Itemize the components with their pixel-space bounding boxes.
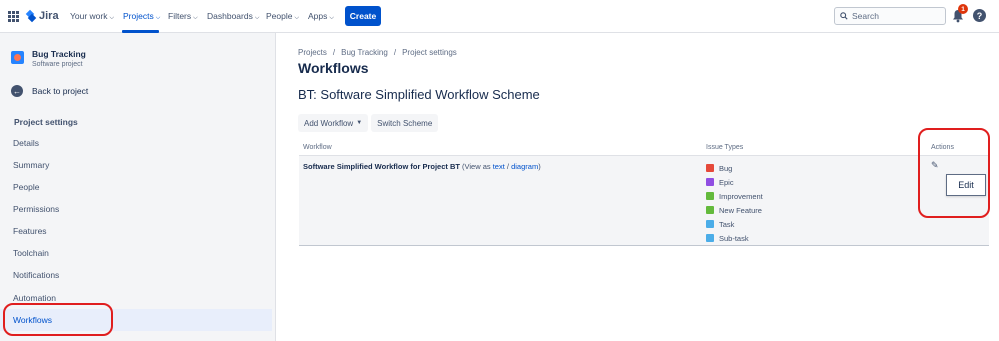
list-item: Improvement [706, 189, 763, 203]
chevron-down-icon: ▼ [356, 120, 363, 126]
help-icon[interactable]: ? [973, 9, 986, 22]
create-button[interactable]: Create [345, 6, 381, 26]
list-item: Bug [706, 161, 763, 175]
view-as-separator: / [506, 162, 509, 171]
new-feature-icon [706, 206, 714, 214]
app-switcher-icon[interactable] [8, 11, 19, 22]
bug-icon [706, 164, 714, 172]
back-to-project-link[interactable]: ← Back to project [11, 85, 88, 97]
nav-dashboards[interactable]: Dashboards ⌵ [207, 11, 259, 22]
view-as-links: (View as text / diagram) [462, 162, 541, 171]
header-issue-types: Issue Types [706, 144, 744, 151]
view-as-prefix: (View as [462, 162, 491, 171]
jira-logo[interactable]: Jira [26, 10, 59, 22]
sidebar-item-toolchain[interactable]: Toolchain [0, 242, 272, 264]
project-avatar-icon [11, 51, 24, 64]
table-row: Software Simplified Workflow for Project… [299, 156, 989, 246]
view-as-text-link[interactable]: text [493, 162, 505, 171]
workflow-actions-toolbar: Add Workflow ▼ Switch Scheme [298, 114, 439, 132]
annotation-highlight-workflows [3, 303, 113, 336]
issue-type-label: Epic [719, 177, 734, 187]
breadcrumb-bug-tracking[interactable]: Bug Tracking [341, 48, 388, 57]
sidebar-item-permissions[interactable]: Permissions [0, 198, 272, 220]
search-input[interactable] [852, 11, 932, 21]
page-title: Workflows [298, 60, 369, 76]
back-to-project-label: Back to project [32, 86, 89, 96]
project-settings-heading: Project settings [14, 117, 78, 127]
nav-projects[interactable]: Projects ⌵ [123, 11, 160, 22]
issue-type-list: Bug Epic Improvement New Feature Task Su… [706, 161, 763, 245]
chevron-down-icon: ⌵ [193, 15, 198, 21]
chevron-down-icon: ⌵ [329, 15, 334, 21]
sidebar-item-details[interactable]: Details [0, 132, 272, 154]
table-header: Workflow Issue Types Actions [299, 140, 989, 156]
jira-logo-icon [26, 11, 36, 21]
issue-type-label: Bug [719, 163, 733, 173]
sidebar-item-summary[interactable]: Summary [0, 154, 272, 176]
issue-type-label: Improvement [719, 191, 763, 201]
project-type: Software project [32, 61, 83, 68]
sidebar-item-features[interactable]: Features [0, 220, 272, 242]
view-as-diagram-link[interactable]: diagram [511, 162, 538, 171]
workflows-table: Workflow Issue Types Actions Software Si… [299, 140, 989, 246]
nav-your-work[interactable]: Your work ⌵ [70, 11, 114, 22]
header-workflow: Workflow [303, 144, 332, 151]
project-sidebar: Bug Tracking Software project ← Back to … [0, 33, 276, 341]
list-item: Sub-task [706, 231, 763, 245]
issue-type-label: Task [719, 219, 735, 229]
subtask-icon [706, 234, 714, 242]
chevron-down-icon: ⌵ [109, 15, 115, 21]
project-name: Bug Tracking [32, 49, 86, 59]
breadcrumb-separator: / [332, 48, 336, 57]
nav-projects-label: Projects [123, 11, 154, 21]
annotation-highlight-actions [918, 128, 990, 218]
breadcrumb-separator: / [393, 48, 397, 57]
switch-scheme-button[interactable]: Switch Scheme [371, 114, 439, 132]
sidebar-item-people[interactable]: People [0, 176, 272, 198]
view-as-suffix: ) [538, 162, 541, 171]
nav-dashboards-label: Dashboards [207, 11, 253, 21]
breadcrumb: Projects / Bug Tracking / Project settin… [298, 48, 457, 57]
chevron-down-icon: ⌵ [254, 15, 260, 21]
notification-count-badge: 1 [958, 4, 968, 14]
add-workflow-label: Add Workflow [304, 118, 354, 128]
nav-filters[interactable]: Filters ⌵ [168, 11, 198, 22]
list-item: Epic [706, 175, 763, 189]
sidebar-item-notifications[interactable]: Notifications [0, 264, 272, 286]
workflow-scheme-title: BT: Software Simplified Workflow Scheme [298, 87, 540, 102]
epic-icon [706, 178, 714, 186]
nav-filters-label: Filters [168, 11, 192, 21]
list-item: New Feature [706, 203, 763, 217]
nav-people-label: People [266, 11, 293, 21]
issue-type-label: Sub-task [719, 233, 749, 243]
improvement-icon [706, 192, 714, 200]
list-item: Task [706, 217, 763, 231]
add-workflow-button[interactable]: Add Workflow ▼ [298, 114, 369, 132]
nav-people[interactable]: People ⌵ [266, 11, 299, 22]
top-navigation: Jira Your work ⌵ Projects ⌵ Filters ⌵ Dashb… [0, 0, 999, 33]
issue-type-label: New Feature [719, 205, 762, 215]
chevron-down-icon: ⌵ [155, 15, 161, 21]
jira-logo-text: Jira [39, 10, 59, 22]
nav-apps-label: Apps [308, 11, 328, 21]
workflow-name: Software Simplified Workflow for Project… [303, 162, 460, 171]
breadcrumb-projects[interactable]: Projects [298, 48, 327, 57]
breadcrumb-project-settings[interactable]: Project settings [402, 48, 457, 57]
nav-your-work-label: Your work [70, 11, 108, 21]
task-icon [706, 220, 714, 228]
arrow-left-icon: ← [11, 85, 23, 97]
search-icon [840, 12, 848, 20]
search-box[interactable] [834, 7, 946, 25]
nav-apps[interactable]: Apps ⌵ [308, 11, 334, 22]
chevron-down-icon: ⌵ [294, 15, 300, 21]
